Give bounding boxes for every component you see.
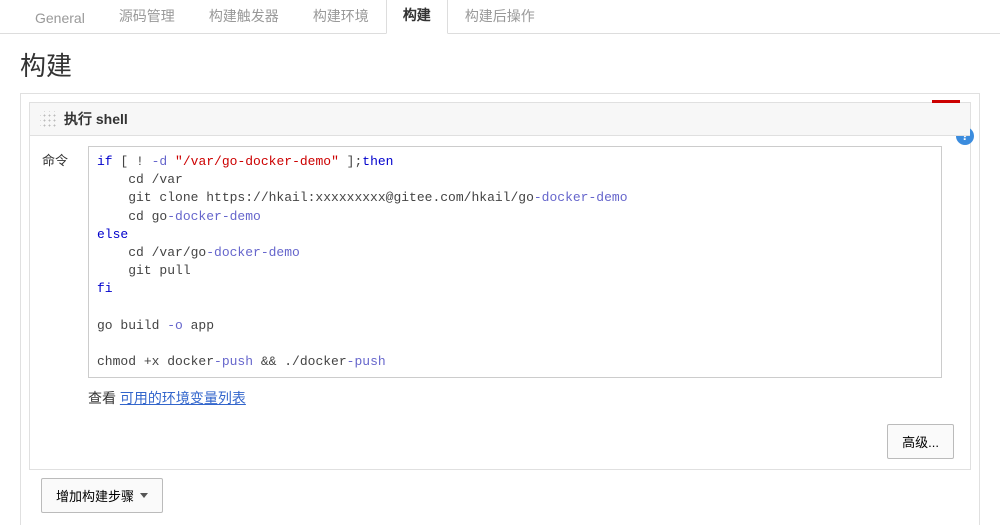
env-vars-prefix: 查看: [88, 390, 120, 406]
step-header[interactable]: 执行 shell: [30, 103, 970, 136]
env-vars-row: 查看 可用的环境变量列表: [30, 378, 970, 408]
drag-handle-icon[interactable]: [40, 111, 56, 127]
tab-5[interactable]: 构建后操作: [448, 0, 552, 34]
tab-2[interactable]: 构建触发器: [192, 0, 296, 34]
page-title: 构建: [0, 34, 1000, 93]
tab-1[interactable]: 源码管理: [102, 0, 192, 34]
tab-3[interactable]: 构建环境: [296, 0, 386, 34]
command-label: 命令: [42, 146, 78, 378]
command-input[interactable]: if [ ! -d "/var/go-docker-demo" ];then c…: [88, 146, 942, 378]
tabs: General源码管理构建触发器构建环境构建构建后操作: [0, 0, 1000, 34]
add-build-step-button[interactable]: 增加构建步骤: [41, 478, 163, 513]
tab-0[interactable]: General: [18, 1, 102, 34]
build-section: X ? 执行 shell 命令 if [ ! -d "/var/go-docke…: [20, 93, 980, 525]
tab-4[interactable]: 构建: [386, 0, 448, 34]
command-field-row: 命令 if [ ! -d "/var/go-docker-demo" ];the…: [30, 136, 970, 378]
step-title: 执行 shell: [64, 109, 128, 129]
env-vars-link[interactable]: 可用的环境变量列表: [120, 390, 246, 406]
add-build-step-label: 增加构建步骤: [56, 486, 134, 505]
chevron-down-icon: [140, 493, 148, 498]
shell-step: X ? 执行 shell 命令 if [ ! -d "/var/go-docke…: [29, 102, 971, 470]
advanced-button[interactable]: 高级...: [887, 424, 954, 459]
